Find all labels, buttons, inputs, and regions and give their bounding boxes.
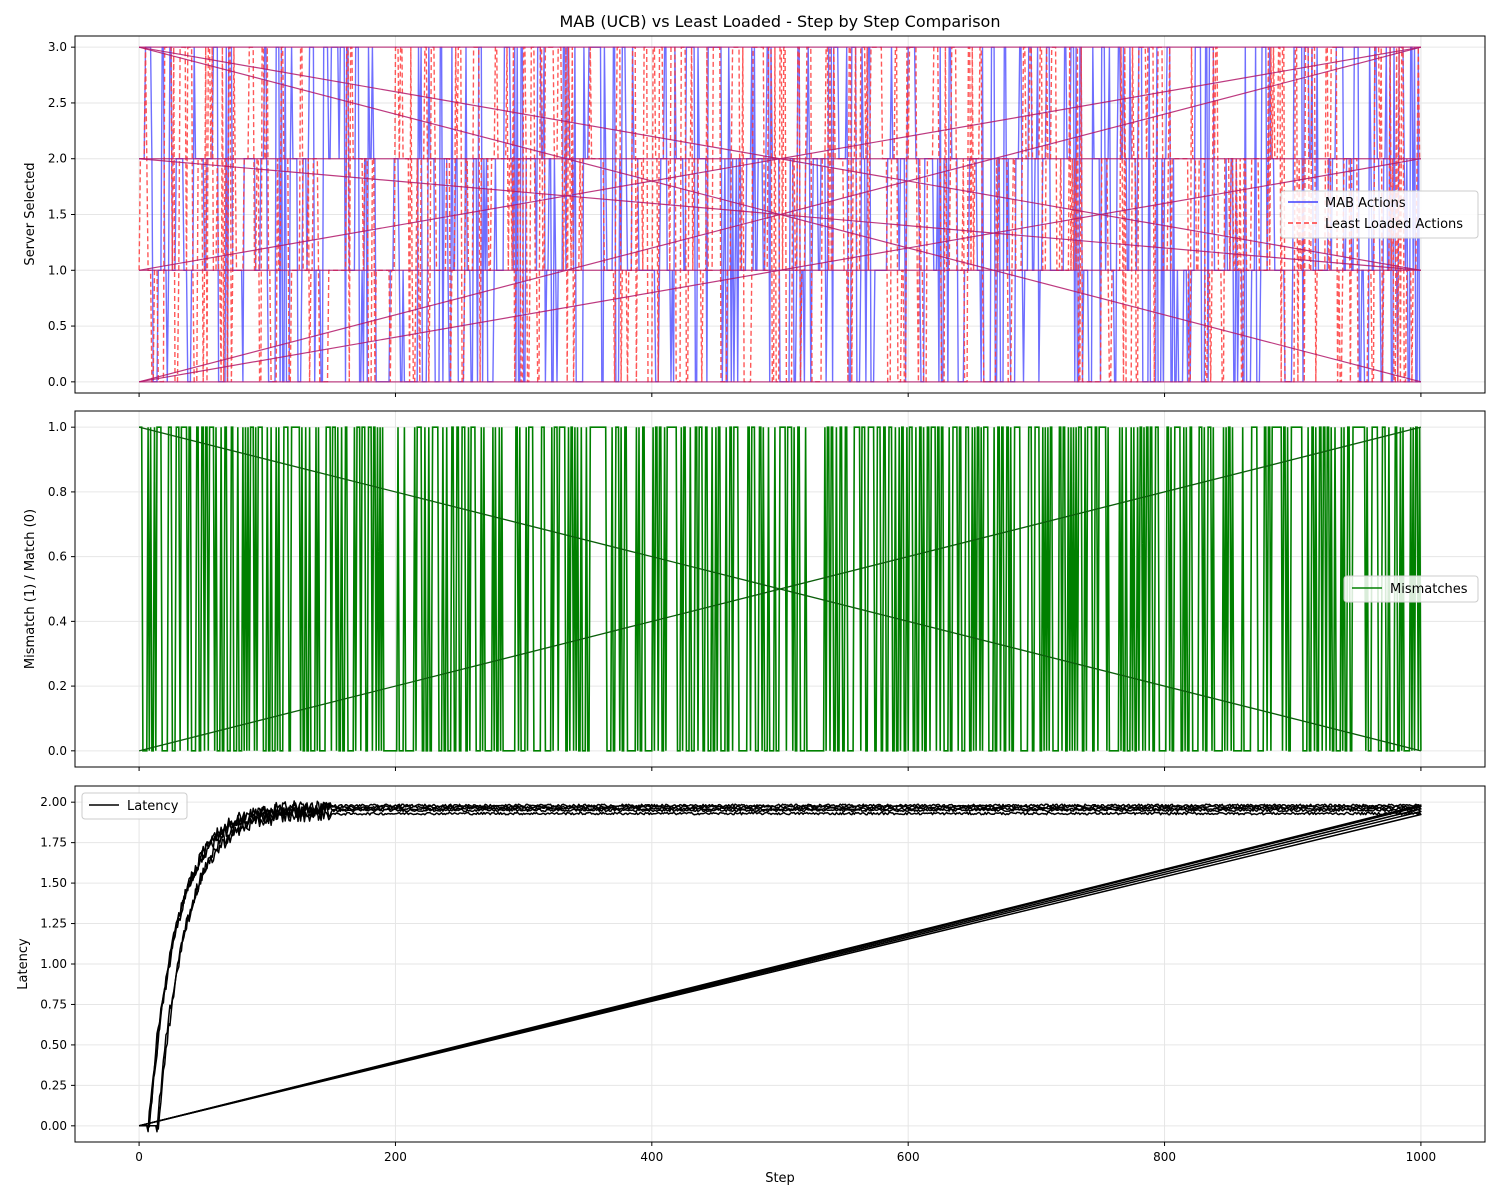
y-tick-label: 0.0 [48,744,67,758]
panel-2-marks [138,426,1422,752]
panel-1-ylabel: Server Selected [23,162,38,265]
y-tick-label: 0.6 [48,550,67,564]
y-tick-label: 1.25 [40,917,67,931]
x-tick-label: 400 [640,1150,663,1164]
y-tick-label: 0.2 [48,679,67,693]
y-tick-label: 1.0 [48,420,67,434]
panel-3-marks [138,800,1422,1133]
y-tick-label: 0.5 [48,319,67,333]
y-tick-label: 0.4 [48,614,67,628]
panel-latency: 0.00 0.25 0.50 0.75 1.00 1.25 1.50 1.75 2.00 0 20… [16,785,1486,1186]
panel-2-ylabel: Mismatch (1) / Match (0) [23,509,38,669]
panel-mismatch: 0.0 0.2 0.4 0.6 0.8 1.0 Mismatch (1) / Match … [23,410,1486,771]
x-axis-label: Step [765,1171,795,1186]
panel-1-legend: MAB Actions Least Loaded Actions [1280,190,1479,239]
y-tick-label: 1.0 [48,263,67,277]
panel-2-xticks [138,767,1422,771]
legend-label-mismatches: Mismatches [1390,582,1468,597]
legend-label-latency: Latency [127,799,179,814]
x-tick-label: 600 [897,1150,920,1164]
y-tick-label: 0.50 [40,1038,67,1052]
y-tick-label: 0.75 [40,997,67,1011]
y-tick-label: 2.0 [48,152,67,166]
figure: MAB (UCB) vs Least Loaded - Step by Step… [16,12,1486,1186]
y-tick-label: 2.00 [40,795,67,809]
y-tick-label: 0.0 [48,375,67,389]
x-tick-label: 800 [1153,1150,1176,1164]
y-tick-label: 1.50 [40,876,67,890]
panel-3-ylabel: Latency [16,938,31,990]
x-tick-label: 200 [384,1150,407,1164]
panel-server-selected: 0.0 0.5 1.0 1.5 2.0 2.5 3.0 Server Selected MA… [23,35,1486,397]
legend-label-least-loaded: Least Loaded Actions [1325,217,1463,232]
panel-1-xticks [138,393,1422,397]
y-tick-label: 0.25 [40,1078,67,1092]
y-tick-label: 3.0 [48,40,67,54]
x-tick-label: 0 [135,1150,143,1164]
y-tick-label: 1.5 [48,208,67,222]
y-tick-label: 0.00 [40,1119,67,1133]
panel-2-yticks: 0.0 0.2 0.4 0.6 0.8 1.0 [48,420,75,758]
panel-3-yticks: 0.00 0.25 0.50 0.75 1.00 1.25 1.50 1.75 2.00 [40,795,75,1133]
y-tick-label: 2.5 [48,96,67,110]
y-tick-label: 1.75 [40,836,67,850]
legend-label-mab: MAB Actions [1325,196,1406,211]
y-tick-label: 1.00 [40,957,67,971]
chart-title: MAB (UCB) vs Least Loaded - Step by Step… [560,12,1001,31]
panel-2-legend: Mismatches [1343,575,1479,603]
y-tick-label: 0.8 [48,485,67,499]
panel-3-xticks: 0 200 400 600 800 1000 [135,1142,1436,1164]
panel-1-yticks: 0.0 0.5 1.0 1.5 2.0 2.5 3.0 [48,40,75,389]
panel-3-legend: Latency [81,792,188,820]
x-tick-label: 1000 [1406,1150,1437,1164]
